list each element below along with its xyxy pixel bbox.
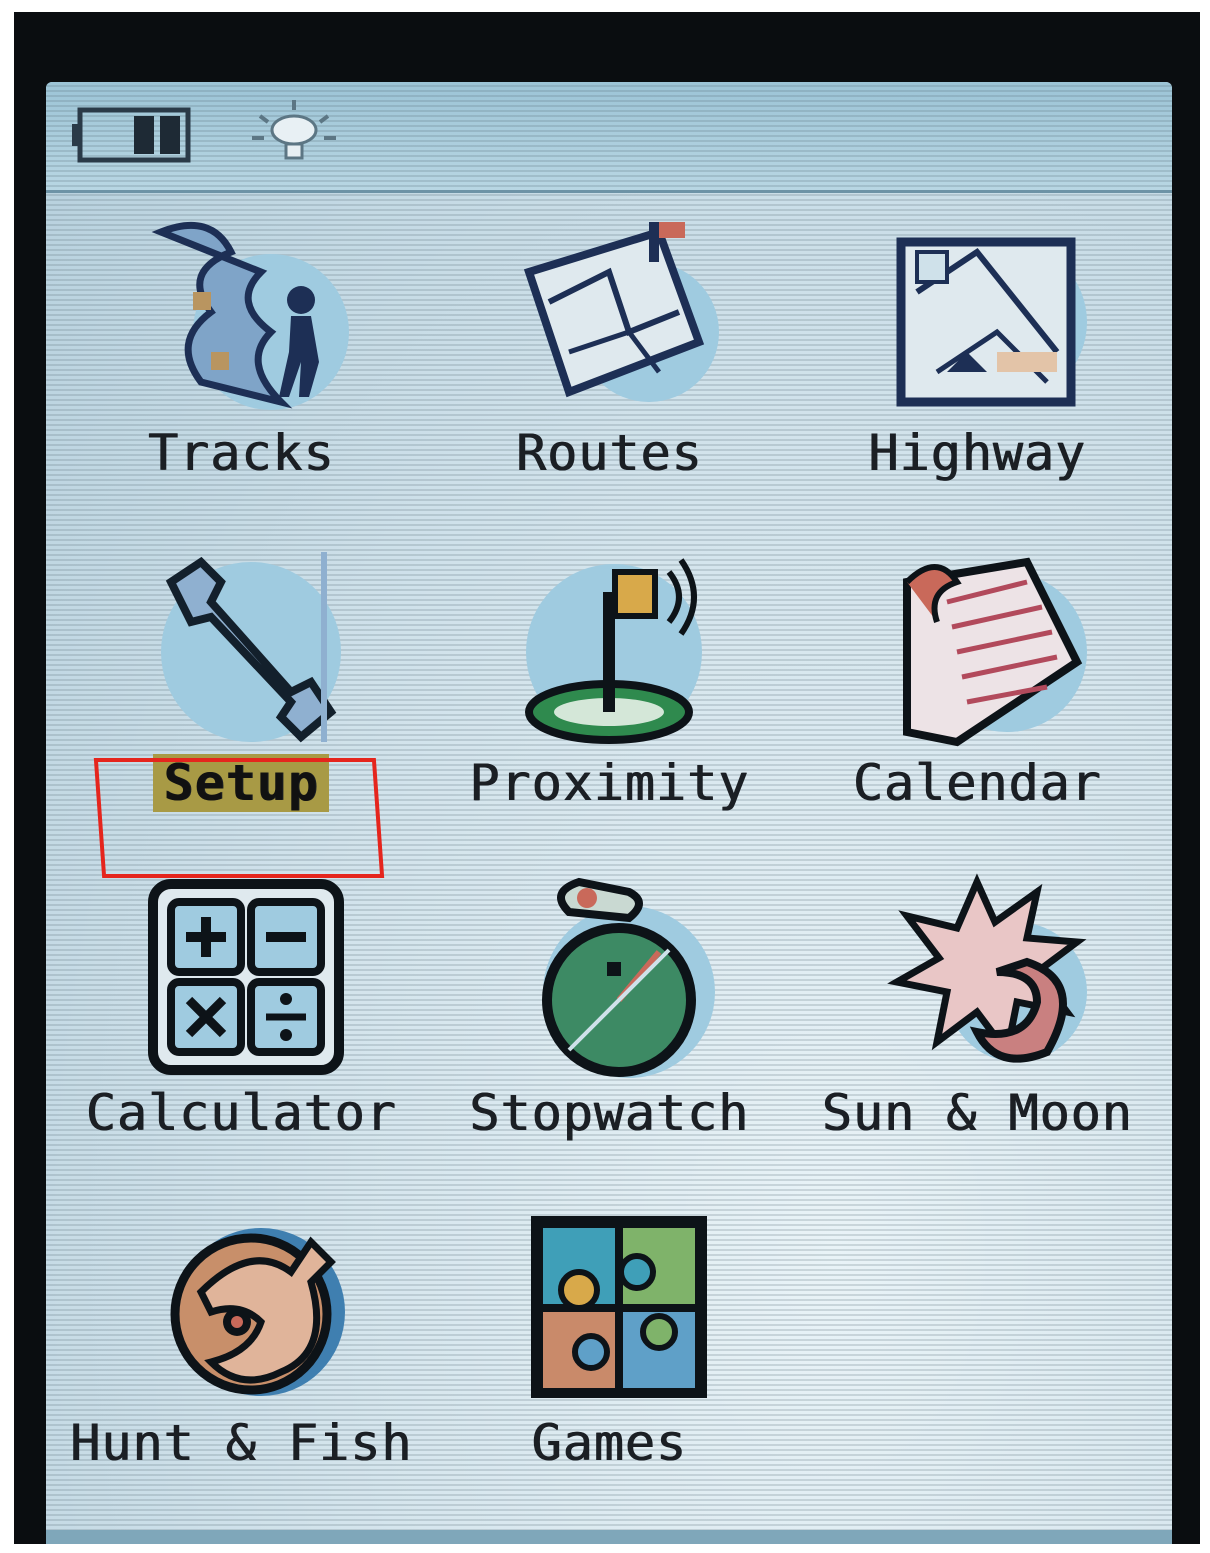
- annotation-highlight-box: [93, 758, 385, 878]
- menu-item-proximity[interactable]: Proximity: [424, 522, 794, 852]
- hunt-fish-icon: [170, 1228, 345, 1396]
- bottom-bar: [46, 1530, 1172, 1544]
- menu-item-hunt-fish[interactable]: Hunt & Fish: [56, 1182, 426, 1512]
- menu-item-label: Calendar: [852, 754, 1102, 812]
- games-icon: [531, 1216, 707, 1398]
- menu-item-calendar[interactable]: Calendar: [792, 522, 1162, 852]
- menu-item-label: Stopwatch: [469, 1084, 749, 1142]
- proximity-icon: [525, 558, 702, 744]
- menu-item-tracks[interactable]: Tracks: [56, 192, 426, 522]
- menu-item-highway[interactable]: Highway: [792, 192, 1162, 522]
- status-bar: [46, 82, 1172, 193]
- battery-icon: [72, 107, 191, 163]
- menu-item-label: Calculator: [85, 1084, 397, 1142]
- menu-item-calculator[interactable]: Calculator: [56, 852, 426, 1182]
- menu-item-label: Games: [531, 1414, 687, 1472]
- routes-icon: [523, 222, 719, 402]
- menu-item-label: Proximity: [469, 754, 749, 812]
- device-frame: Tracks Routes Highway Setup Proximity Ca…: [14, 12, 1200, 1544]
- menu-item-label: Hunt & Fish: [69, 1414, 413, 1472]
- calculator-icon: [148, 879, 344, 1075]
- wrench-icon: [161, 552, 341, 743]
- menu-item-label: Highway: [868, 424, 1086, 482]
- menu-item-stopwatch[interactable]: Stopwatch: [424, 852, 794, 1182]
- menu-item-label: Routes: [515, 424, 703, 482]
- backlight-icon: [252, 100, 336, 160]
- gps-screen: Tracks Routes Highway Setup Proximity Ca…: [46, 82, 1172, 1544]
- tracks-icon: [151, 221, 349, 410]
- stopwatch-icon: [542, 877, 715, 1078]
- highway-icon: [896, 237, 1087, 407]
- menu-item-label: Sun & Moon: [821, 1084, 1133, 1142]
- calendar-icon: [903, 557, 1087, 747]
- menu-item-games[interactable]: Games: [424, 1182, 794, 1512]
- menu-item-sun-moon[interactable]: Sun & Moon: [792, 852, 1162, 1182]
- menu-item-routes[interactable]: Routes: [424, 192, 794, 522]
- sun-moon-icon: [887, 873, 1087, 1063]
- menu-item-label: Tracks: [147, 424, 335, 482]
